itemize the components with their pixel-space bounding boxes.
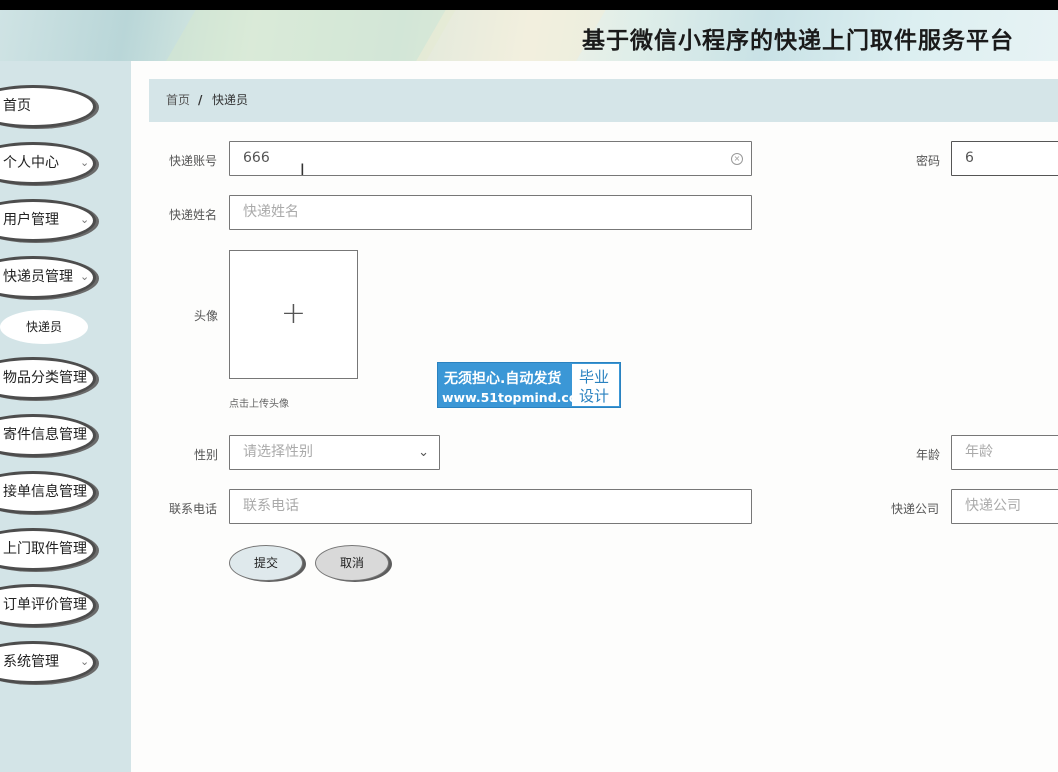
sidebar-item-label: 物品分类管理	[3, 370, 87, 386]
gender-select[interactable]: 请选择性别 ⌄	[229, 435, 440, 470]
sidebar-subitem-courier[interactable]: 快递员	[0, 310, 88, 344]
submit-button[interactable]: 提交	[229, 545, 303, 581]
sidebar-item-home[interactable]: 首页	[0, 85, 96, 128]
account-label: 快递账号	[169, 154, 218, 168]
sidebar: 首页 个人中心 ⌄ 用户管理 ⌄ 快递员管理 ⌄ 快递员 物品分类管理 寄件信息…	[0, 61, 131, 772]
watermark-logo: 无须担心.自动发货 www.51topmind.com 毕业 设计	[437, 362, 621, 408]
clear-icon[interactable]: ×	[731, 153, 743, 165]
window-top-bar	[0, 0, 1058, 10]
sidebar-item-label: 快递员管理	[3, 269, 73, 285]
app-title: 基于微信小程序的快递上门取件服务平台	[582, 28, 1014, 54]
company-input[interactable]: 快递公司	[951, 489, 1058, 524]
chevron-down-icon: ⌄	[80, 655, 90, 668]
phone-input[interactable]: 联系电话	[229, 489, 752, 524]
sidebar-item-label: 个人中心	[3, 155, 59, 171]
breadcrumb-home[interactable]: 首页	[166, 79, 190, 122]
name-input[interactable]: 快递姓名	[229, 195, 752, 230]
age-label: 年龄	[916, 448, 941, 462]
avatar-label: 头像	[194, 309, 219, 323]
sidebar-item-item-category-management[interactable]: 物品分类管理	[0, 357, 96, 400]
age-placeholder: 年龄	[965, 444, 993, 460]
watermark-box: 毕业 设计	[572, 364, 619, 406]
breadcrumb-current: 快递员	[212, 93, 249, 107]
chevron-down-icon: ⌄	[80, 213, 90, 226]
breadcrumb: 首页 / 快递员	[149, 79, 1058, 122]
sidebar-item-shipment-management[interactable]: 寄件信息管理	[0, 414, 96, 457]
header: 基于微信小程序的快递上门取件服务平台	[0, 10, 1058, 61]
sidebar-item-pickup-management[interactable]: 上门取件管理	[0, 528, 96, 571]
watermark-line1: 无须担心.自动发货	[444, 371, 562, 387]
header-decoration	[159, 10, 461, 61]
avatar-hint: 点击上传头像	[229, 399, 289, 410]
phone-label: 联系电话	[169, 502, 218, 516]
sidebar-item-system-management[interactable]: 系统管理 ⌄	[0, 641, 96, 684]
sidebar-item-label: 用户管理	[3, 212, 59, 228]
sidebar-item-order-review-management[interactable]: 订单评价管理	[0, 584, 96, 627]
name-placeholder: 快递姓名	[243, 204, 299, 220]
sidebar-item-order-accept-management[interactable]: 接单信息管理	[0, 471, 96, 514]
text-cursor-icon: I	[300, 160, 305, 179]
watermark-box-line1: 毕业	[579, 368, 610, 386]
avatar-upload[interactable]: +	[229, 250, 358, 379]
breadcrumb-separator: /	[198, 93, 203, 107]
sidebar-item-label: 接单信息管理	[3, 484, 87, 500]
sidebar-item-label: 上门取件管理	[3, 541, 87, 557]
plus-icon: +	[280, 296, 307, 331]
sidebar-item-personal-center[interactable]: 个人中心 ⌄	[0, 142, 96, 185]
password-value: 6	[965, 150, 974, 166]
sidebar-item-label: 系统管理	[3, 654, 59, 670]
header-decoration	[409, 10, 611, 61]
account-input[interactable]: 666 ×	[229, 141, 752, 176]
chevron-down-icon: ⌄	[418, 445, 429, 460]
phone-placeholder: 联系电话	[243, 498, 299, 514]
company-placeholder: 快递公司	[965, 498, 1021, 514]
name-label: 快递姓名	[169, 208, 218, 222]
cancel-button[interactable]: 取消	[315, 545, 389, 581]
sidebar-item-label: 订单评价管理	[3, 597, 87, 613]
watermark-box-line2: 设计	[579, 387, 610, 405]
chevron-down-icon: ⌄	[80, 270, 90, 283]
sidebar-item-label: 首页	[3, 98, 31, 114]
account-value: 666	[243, 150, 270, 166]
chevron-down-icon: ⌄	[80, 156, 90, 169]
watermark-line2: www.51topmind.com	[442, 390, 591, 405]
age-input[interactable]: 年龄	[951, 435, 1058, 470]
company-label: 快递公司	[891, 502, 940, 516]
gender-label: 性别	[194, 448, 219, 462]
password-label: 密码	[916, 154, 941, 168]
sidebar-item-courier-management[interactable]: 快递员管理 ⌄	[0, 256, 96, 299]
password-input[interactable]: 6	[951, 141, 1058, 176]
sidebar-item-label: 寄件信息管理	[3, 427, 87, 443]
gender-placeholder: 请选择性别	[243, 444, 313, 460]
sidebar-item-user-management[interactable]: 用户管理 ⌄	[0, 199, 96, 242]
